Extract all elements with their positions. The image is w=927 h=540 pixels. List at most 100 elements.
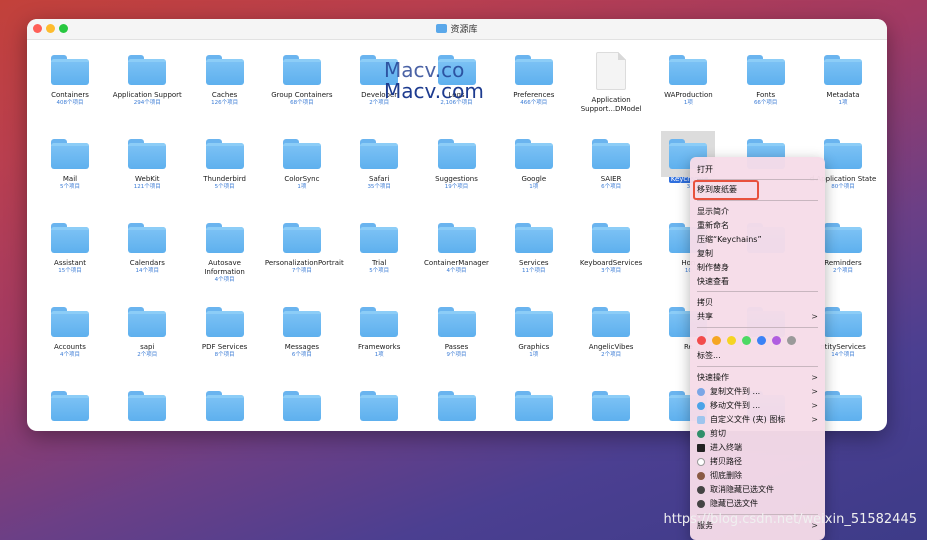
folder-item[interactable]: Suggestions 19个项目 [420,139,494,191]
folder-item[interactable] [420,391,494,421]
folder-icon [205,139,244,169]
folder-count: 15个项目 [58,268,82,274]
folder-item[interactable]: ContainerManager 4个项目 [420,223,494,275]
folder-name: Thunderbird [203,175,246,183]
folder-icon [824,55,862,85]
menu-item-open[interactable]: 打开 [690,163,825,176]
folder-name: WAProduction [664,91,713,99]
folder-item[interactable]: Graphics 1项 [497,307,571,359]
tag-color-dot[interactable] [772,336,781,345]
tag-color-dot[interactable] [697,336,706,345]
menu-item-unhide-selected[interactable]: 取消隐藏已选文件 [690,483,825,496]
menu-item-make-alias[interactable]: 制作替身 [690,261,825,274]
folder-item[interactable]: Preferences 466个项目 [497,55,571,107]
folder-item[interactable]: Mail 5个项目 [33,139,107,191]
folder-item[interactable]: Caches 126个项目 [188,55,262,107]
folder-item[interactable]: Thunderbird 5个项目 [188,139,262,191]
folder-name: Calendars [129,259,165,267]
menu-item-delete-permanently[interactable]: 彻底删除 [690,469,825,482]
folder-item[interactable]: Messages 6个项目 [265,307,339,359]
tag-color-dot[interactable] [727,336,736,345]
tag-color-dot[interactable] [787,336,796,345]
folder-item[interactable]: PDF Services 8个项目 [188,307,262,359]
scissors-icon [697,430,705,438]
folder-count: 126个项目 [211,100,239,106]
folder-item[interactable]: Metadata 1项 [806,55,880,107]
folder-icon [514,223,553,253]
menu-item-quick-look[interactable]: 快速查看 [690,275,825,288]
folder-icon [128,139,167,169]
folder-item[interactable] [33,391,107,421]
folder-item[interactable]: Calendars 14个项目 [110,223,184,275]
menu-item-duplicate[interactable]: 复制 [690,247,825,260]
folder-item[interactable] [110,391,184,421]
folder-count: 121个项目 [133,184,161,190]
menu-item-get-info[interactable]: 显示简介 [690,205,825,218]
folder-item[interactable] [265,391,339,421]
folder-name: Application Support...DModel [580,96,642,113]
menu-item-custom-icon[interactable]: 自定义文件 (夹) 图标 > [690,413,825,426]
folder-item[interactable]: KeyboardServices 3个项目 [574,223,648,275]
folder-count: 2个项目 [137,352,158,358]
folder-item[interactable]: Services 11个项目 [497,223,571,275]
folder-item[interactable]: WAProduction 1项 [651,55,725,107]
folder-count: 1项 [529,184,539,190]
folder-item[interactable]: PersonalizationPortrait 7个项目 [265,223,344,275]
folder-item[interactable]: Assistant 15个项目 [33,223,107,275]
folder-item[interactable]: Containers 408个项目 [33,55,107,107]
folder-item[interactable]: sapi 2个项目 [110,307,184,359]
source-watermark: https://blog.csdn.net/weixin_51582445 [663,512,917,527]
folder-icon [437,391,476,421]
folder-item[interactable]: Application Support...DModel [574,52,648,114]
menu-item-rename[interactable]: 重新命名 [690,219,825,232]
watermark: Macv.co Macv.com [384,58,484,103]
tag-color-dot[interactable] [712,336,721,345]
folder-item[interactable]: WebKit 121个项目 [110,139,184,191]
tag-color-dot[interactable] [757,336,766,345]
folder-item[interactable] [188,391,262,421]
folder-icon [360,223,399,253]
menu-item-open-terminal[interactable]: 进入终端 [690,441,825,454]
folder-item[interactable]: Accounts 4个项目 [33,307,107,359]
folder-item[interactable]: Frameworks 1项 [342,307,416,359]
folder-item[interactable]: SAIER 6个项目 [574,139,648,191]
folder-icon [205,223,244,253]
folder-item[interactable] [342,391,416,421]
folder-name: Group Containers [271,91,333,99]
folder-item[interactable] [574,391,648,421]
menu-item-cut[interactable]: 剪切 [690,427,825,440]
folder-item[interactable]: AngelicVibes 2个项目 [574,307,648,359]
menu-item-hide-selected[interactable]: 隐藏已选文件 [690,497,825,510]
tag-color-dot[interactable] [742,336,751,345]
folder-count: 6个项目 [601,184,622,190]
folder-name: AngelicVibes [588,343,634,351]
folder-icon [282,55,321,85]
menu-item-tags[interactable]: 标签... [690,349,825,362]
folder-icon [746,55,785,85]
folder-count: 1项 [374,352,384,358]
menu-item-share[interactable]: 共享 > [690,310,825,323]
folder-count: 11个项目 [522,268,546,274]
folder-item[interactable]: Autosave Information 4个项目 [188,223,262,284]
menu-item-copy[interactable]: 拷贝 [690,296,825,309]
folder-item[interactable]: Fonts 66个项目 [729,55,803,107]
folder-icon [360,307,399,337]
menu-item-copy-file-to[interactable]: 复制文件到 ... > [690,385,825,398]
folder-icon [514,307,553,337]
folder-icon [51,307,89,337]
menu-item-move-file-to[interactable]: 移动文件到 ... > [690,399,825,412]
menu-item-quick-actions[interactable]: 快速操作 > [690,371,825,384]
menu-item-copy-path[interactable]: 拷贝路径 [690,455,825,468]
folder-item[interactable]: Safari 35个项目 [342,139,416,191]
menu-item-compress[interactable]: 压缩“Keychains” [690,233,825,246]
chevron-right-icon: > [811,373,818,382]
folder-item[interactable]: Passes 9个项目 [420,307,494,359]
folder-item[interactable]: Trial 5个项目 [342,223,416,275]
folder-icon [514,139,553,169]
folder-item[interactable]: Group Containers 68个项目 [265,55,339,107]
folder-item[interactable]: ColorSync 1项 [265,139,339,191]
folder-item[interactable]: Application Support 294个项目 [110,55,184,107]
folder-item[interactable]: Google 1项 [497,139,571,191]
folder-item[interactable] [497,391,571,421]
eye-icon [697,486,705,494]
